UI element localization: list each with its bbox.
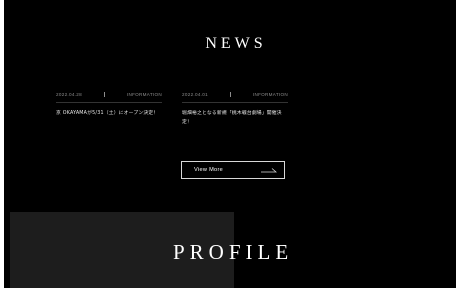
news-divider	[182, 102, 288, 103]
news-heading: NEWS	[205, 35, 267, 52]
long-arrow-right-icon	[261, 168, 277, 173]
meta-divider	[229, 92, 231, 97]
news-date: 2022.04.28	[56, 92, 82, 97]
meta-divider	[103, 92, 105, 97]
news-headline[interactable]: 京 OKAYAMAが5/31（土）にオープン決定！	[56, 109, 162, 118]
news-category: INFORMATION	[126, 92, 162, 97]
news-category: INFORMATION	[252, 92, 288, 97]
news-divider	[56, 102, 162, 103]
news-item[interactable]: 2022.04.28 INFORMATION 京 OKAYAMAが5/31（土）…	[56, 90, 162, 118]
profile-heading: PROFILE	[173, 240, 294, 264]
view-more-label: View More	[194, 167, 224, 173]
news-meta: 2022.04.28 INFORMATION	[56, 90, 162, 99]
news-meta: 2022.04.01 INFORMATION	[182, 90, 288, 99]
news-item[interactable]: 2022.04.01 INFORMATION 堀畑裕之となる新規「桃木戦台劇場」…	[182, 90, 288, 127]
news-date: 2022.04.01	[182, 92, 208, 97]
news-headline[interactable]: 堀畑裕之となる新規「桃木戦台劇場」開催決定！	[182, 109, 288, 127]
page: NEWS 2022.04.28 INFORMATION 京 OKAYAMAが5/…	[4, 0, 456, 288]
view-more-button[interactable]: View More	[181, 161, 285, 179]
